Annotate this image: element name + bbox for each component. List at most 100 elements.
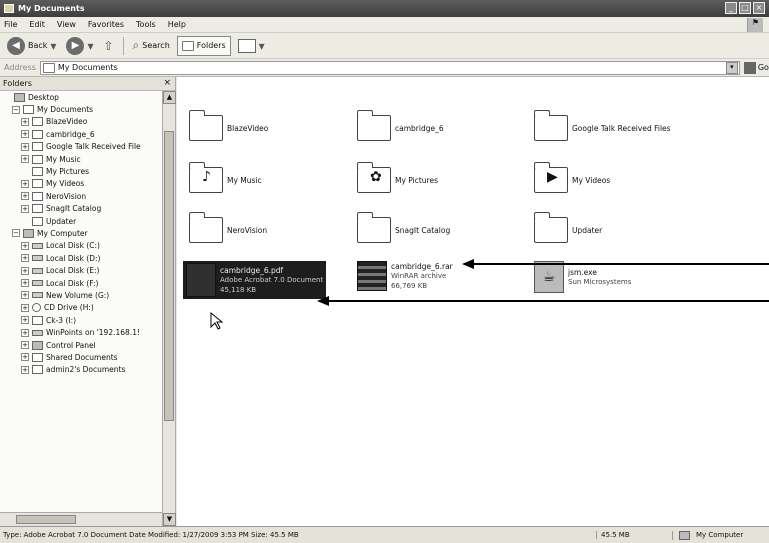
expand-toggle-icon[interactable]: − [12,105,20,114]
close-button[interactable]: × [753,2,765,14]
tree-item[interactable]: + NeroVision [0,190,162,202]
tree-item-label: Control Panel [46,340,96,350]
expand-toggle-icon[interactable]: + [21,155,29,164]
tree-item[interactable]: + Shared Documents [0,351,162,363]
expand-toggle-icon[interactable]: − [12,229,20,238]
tree-item-label: Desktop [28,92,59,102]
tree-item[interactable]: + Local Disk (F:) [0,277,162,289]
expand-toggle-icon[interactable]: + [21,341,29,349]
folder-icon [32,117,43,127]
folder-icon [32,179,43,189]
tree-item-label: My Pictures [46,167,89,177]
expand-toggle-icon[interactable] [21,217,29,225]
tree-item[interactable]: + Local Disk (E:) [0,264,162,276]
folder-tree-hscrollbar[interactable] [0,512,162,526]
go-arrow-icon [743,61,756,74]
search-button[interactable]: ⌕ Search [130,36,173,56]
tree-item[interactable]: Updater [0,215,162,227]
control-panel-icon [32,340,43,350]
up-folder-button[interactable]: ⇧ [100,36,116,56]
minimize-button[interactable]: _ [725,2,737,14]
folder-icon [42,62,55,73]
tree-item[interactable]: − My Computer [0,227,162,239]
back-label: Back [28,41,48,50]
folder-icon [23,105,34,115]
expand-toggle-icon[interactable]: + [21,254,29,263]
expand-toggle-icon[interactable] [21,168,29,176]
tree-item[interactable]: + New Volume (G:) [0,289,162,301]
expand-toggle-icon[interactable]: + [21,353,29,362]
tree-item-label: Google Talk Received File [46,142,141,152]
forward-button[interactable]: ▶ ▾ [63,36,96,56]
folder-tree-scrollbar[interactable]: ▲ ▼ [162,91,176,526]
tree-item-label: NeroVision [46,191,87,201]
tree-item[interactable]: Desktop [0,91,162,103]
tree-item[interactable]: + My Videos [0,178,162,190]
menu-favorites[interactable]: Favorites [88,20,124,29]
menu-edit[interactable]: Edit [29,20,45,29]
back-arrow-icon: ◀ [7,36,25,55]
tree-item[interactable]: + Ck-3 (I:) [0,314,162,326]
tree-item[interactable]: + Local Disk (C:) [0,240,162,252]
go-button[interactable]: Go [743,61,769,74]
arrow-head-icon [317,296,329,306]
expand-toggle-icon[interactable]: + [21,291,29,300]
tree-item-label: Local Disk (C:) [46,241,100,251]
expand-toggle-icon[interactable]: + [21,279,29,288]
file-list-view: BlazeVideo cambridge_6 Google Talk Recei… [177,77,769,526]
tree-item-label: BlazeVideo [46,117,88,127]
tree-item[interactable]: + cambridge_6 [0,128,162,140]
expand-toggle-icon[interactable]: + [21,179,29,188]
tree-item-label: My Music [46,154,81,164]
scroll-down-button[interactable]: ▼ [163,513,176,526]
tree-item-label: WinPoints on '192.168.1! [46,328,140,338]
tree-item[interactable]: − My Documents [0,103,162,115]
expand-toggle-icon[interactable]: + [21,130,29,139]
address-label: Address [4,63,36,72]
address-input[interactable]: My Documents [39,60,740,75]
scroll-up-button[interactable]: ▲ [163,91,176,104]
close-pane-icon[interactable]: × [163,78,171,88]
status-zone: My Computer [672,530,743,540]
status-text: Type: Adobe Acrobat 7.0 Document Date Mo… [3,531,299,539]
tree-item-label: Local Disk (E:) [46,266,100,276]
tree-item[interactable]: + My Music [0,153,162,165]
menu-tools[interactable]: Tools [136,20,156,29]
folder-icon [32,216,43,226]
address-dropdown-button[interactable]: ▾ [725,61,738,74]
expand-toggle-icon[interactable]: + [21,142,29,151]
expand-toggle-icon[interactable]: + [21,266,29,275]
tree-item[interactable]: + Control Panel [0,339,162,351]
folder-icon [32,129,43,139]
tree-item-label: Updater [46,216,77,226]
scroll-thumb[interactable] [164,131,174,421]
menu-file[interactable]: File [4,20,17,29]
folder-icon [32,204,43,214]
expand-toggle-icon[interactable]: + [21,316,29,325]
expand-toggle-icon[interactable]: + [21,192,29,201]
expand-toggle-icon[interactable]: + [21,204,29,213]
menu-help[interactable]: Help [168,20,186,29]
tree-item[interactable]: + CD Drive (H:) [0,302,162,314]
back-button[interactable]: ◀ Back ▾ [4,36,59,56]
maximize-button[interactable]: □ [739,2,751,14]
folders-button[interactable]: Folders [176,35,231,56]
tree-item[interactable]: + Local Disk (D:) [0,252,162,264]
tree-item[interactable]: + WinPoints on '192.168.1! [0,326,162,338]
expand-toggle-icon[interactable]: + [21,328,29,337]
views-button[interactable]: ▾ [235,36,268,56]
hscroll-thumb[interactable] [16,515,76,524]
expand-toggle-icon[interactable]: + [21,117,29,126]
tree-item[interactable]: My Pictures [0,165,162,177]
tree-item[interactable]: + SnagIt Catalog [0,203,162,215]
tree-item[interactable]: + BlazeVideo [0,116,162,128]
chevron-down-icon: ▾ [50,38,57,53]
tree-item[interactable]: + admin2's Documents [0,364,162,376]
folders-pane: Folders × Desktop − My Documents + BlazeVide… [0,77,176,526]
tree-item-label: SnagIt Catalog [46,204,102,214]
menu-view[interactable]: View [57,20,76,29]
expand-toggle-icon[interactable]: + [21,241,29,250]
expand-toggle-icon[interactable]: + [21,365,29,374]
expand-toggle-icon[interactable]: + [21,303,29,312]
tree-item[interactable]: + Google Talk Received File [0,141,162,153]
